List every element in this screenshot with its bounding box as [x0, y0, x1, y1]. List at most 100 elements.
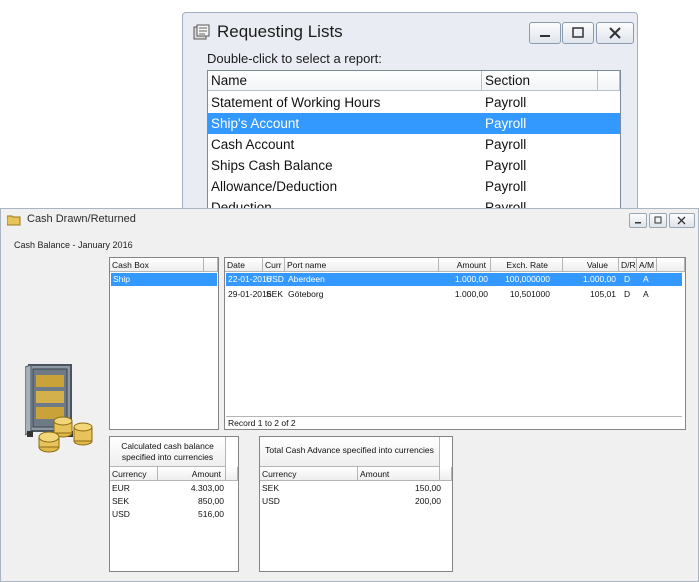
close-button[interactable]	[596, 22, 634, 44]
report-name: Cash Account	[211, 137, 295, 152]
cell-value: 1.000,00	[582, 274, 616, 284]
cell-currency: SEK	[262, 483, 280, 493]
safe-icon	[24, 357, 99, 457]
cell-exch-rate: 10,501000	[509, 289, 550, 299]
column-header-date[interactable]: Date	[225, 258, 263, 272]
report-section: Payroll	[485, 116, 527, 131]
total-advance-table[interactable]: Total Cash Advance specified into curren…	[259, 436, 453, 572]
column-header-currency[interactable]: Currency	[110, 467, 158, 481]
maximize-button[interactable]	[562, 22, 594, 44]
cell-currency: SEK	[112, 496, 130, 506]
minimize-icon	[540, 35, 550, 37]
cell-amount: 150,00	[415, 483, 441, 493]
cell-amount: 850,00	[198, 496, 224, 506]
column-header-amount[interactable]: Amount	[439, 258, 491, 272]
cell-amount: 200,00	[415, 496, 441, 506]
column-header-currency[interactable]: Currency	[260, 467, 358, 481]
cell-date: 22-01-2016	[228, 274, 272, 284]
cell-value: 105,01	[590, 289, 616, 299]
cell-currency: USD	[262, 496, 280, 506]
column-header-am[interactable]: A/M	[637, 258, 657, 272]
column-header-name[interactable]: Name	[208, 71, 482, 91]
cell-currency: EUR	[112, 483, 130, 493]
cell-am: A	[643, 289, 649, 299]
cell-currency: USD	[266, 274, 284, 284]
report-list-item[interactable]: Ships Cash Balance Payroll	[208, 155, 620, 176]
list-item[interactable]: Ship	[111, 273, 217, 286]
window-title: Requesting Lists	[217, 22, 343, 41]
cell-amount: 4.303,00	[190, 483, 224, 493]
table-row[interactable]: 29-01-2016 SEK Göteborg 1.000,00 10,5010…	[226, 288, 682, 301]
total-advance-title: Total Cash Advance specified into curren…	[265, 445, 434, 455]
column-header-blank[interactable]	[204, 258, 218, 272]
calculated-balance-header: Calculated cash balance specified into c…	[110, 437, 226, 467]
cell-date: 29-01-2016	[228, 289, 272, 299]
column-header-blank[interactable]	[440, 467, 452, 481]
cell-exch-rate: 100,000000	[505, 274, 550, 284]
table-row[interactable]: USD 200,00	[261, 496, 441, 509]
requesting-lists-window: Requesting Lists Double-click to select …	[182, 12, 638, 230]
total-advance-header: Total Cash Advance specified into curren…	[260, 437, 440, 467]
maximize-icon	[572, 27, 584, 38]
cell-amount: 516,00	[198, 509, 224, 519]
transactions-table[interactable]: Date Curr Port name Amount Exch. Rate Va…	[224, 257, 686, 430]
table-row[interactable]: SEK 850,00	[111, 496, 226, 509]
close-icon	[609, 27, 621, 39]
column-header-amount[interactable]: Amount	[358, 467, 440, 481]
table-row[interactable]: SEK 150,00	[261, 483, 441, 496]
column-header-cash-box[interactable]: Cash Box	[110, 258, 204, 272]
record-counter: Record 1 to 2 of 2	[226, 416, 682, 429]
report-list-item[interactable]: Cash Account Payroll	[208, 134, 620, 155]
calculated-balance-title-line2: specified into currencies	[121, 452, 214, 462]
close-button[interactable]	[669, 213, 695, 228]
cash-drawn-returned-window: Cash Drawn/Returned Cash Balance - Janua…	[0, 208, 699, 582]
cell-dr: D	[624, 289, 631, 299]
cell-am: A	[643, 274, 649, 284]
window-title: Cash Drawn/Returned	[27, 213, 136, 225]
calculated-balance-table[interactable]: Calculated cash balance specified into c…	[109, 436, 239, 572]
report-name: Statement of Working Hours	[211, 95, 381, 110]
cell-currency: SEK	[266, 289, 284, 299]
maximize-icon	[654, 216, 662, 224]
report-section: Payroll	[485, 179, 527, 194]
column-header-value[interactable]: Value	[563, 258, 619, 272]
cash-box-list[interactable]: Cash Box Ship	[109, 257, 219, 430]
report-section: Payroll	[485, 158, 527, 173]
report-list-icon	[193, 24, 211, 40]
cell-currency: USD	[112, 509, 130, 519]
table-row[interactable]: USD 516,00	[111, 509, 226, 522]
table-row[interactable]: EUR 4.303,00	[111, 483, 226, 496]
report-name: Allowance/Deduction	[211, 179, 338, 194]
minimize-button[interactable]	[529, 22, 561, 44]
minimize-icon	[635, 222, 641, 224]
table-row[interactable]: 22-01-2016 USD Aberdeen 1.000,00 100,000…	[226, 273, 682, 286]
report-list[interactable]: Name Section Statement of Working Hours P…	[207, 70, 621, 230]
cell-dr: D	[624, 274, 631, 284]
cell-amount: 1.000,00	[454, 274, 488, 284]
report-list-item[interactable]: Statement of Working Hours Payroll	[208, 92, 620, 113]
column-header-curr[interactable]: Curr	[263, 258, 285, 272]
column-header-blank[interactable]	[226, 467, 238, 481]
folder-icon	[6, 213, 21, 226]
cell-amount: 1.000,00	[454, 289, 488, 299]
column-header-dr[interactable]: D/R	[619, 258, 637, 272]
cash-box-name: Ship	[113, 274, 131, 284]
close-icon	[677, 216, 686, 225]
column-header-blank[interactable]	[598, 71, 620, 91]
report-name: Ship's Account	[211, 116, 300, 131]
maximize-button[interactable]	[649, 213, 667, 228]
minimize-button[interactable]	[629, 213, 647, 228]
report-section: Payroll	[485, 95, 527, 110]
column-header-amount[interactable]: Amount	[158, 467, 226, 481]
column-header-section[interactable]: Section	[482, 71, 598, 91]
cell-port: Aberdeen	[288, 274, 325, 284]
report-section: Payroll	[485, 137, 527, 152]
report-list-item[interactable]: Allowance/Deduction Payroll	[208, 176, 620, 197]
report-name: Ships Cash Balance	[211, 158, 333, 173]
calculated-balance-title-line1: Calculated cash balance	[121, 441, 214, 451]
report-list-item[interactable]: Ship's Account Payroll	[208, 113, 620, 134]
column-header-port[interactable]: Port name	[285, 258, 439, 272]
column-header-blank[interactable]	[657, 258, 685, 272]
cell-port: Göteborg	[288, 289, 324, 299]
column-header-exch-rate[interactable]: Exch. Rate	[491, 258, 563, 272]
